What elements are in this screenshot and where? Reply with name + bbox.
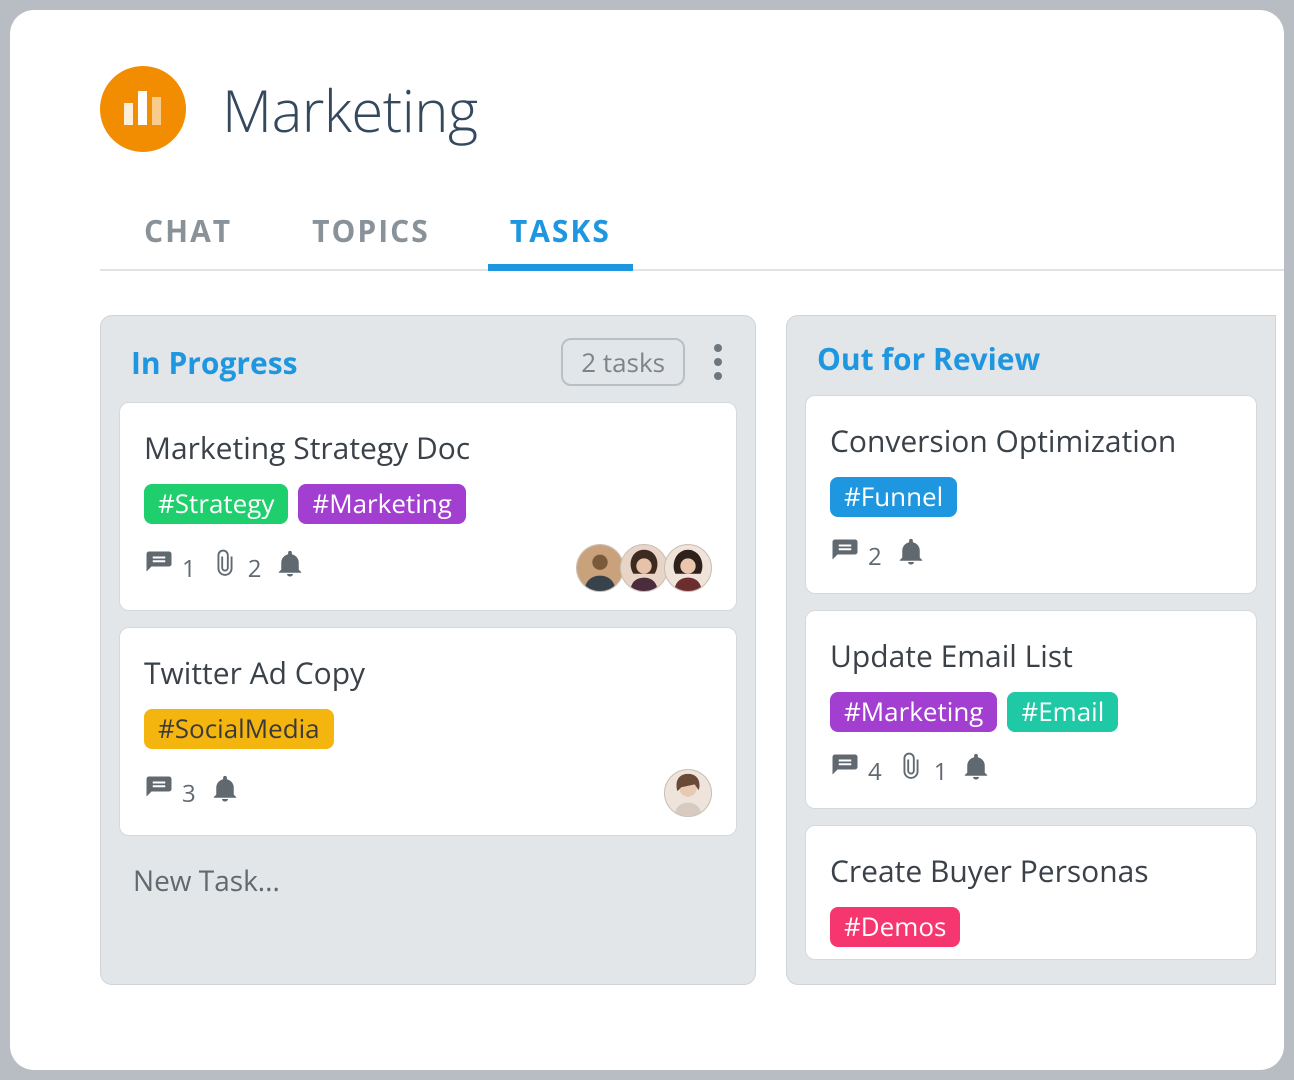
project-icon	[100, 66, 186, 152]
column-menu-button[interactable]	[705, 342, 731, 382]
task-meta-left: 4 1	[830, 752, 991, 790]
comments-value: 1	[182, 552, 196, 585]
bell-icon	[896, 537, 926, 575]
comment-icon	[144, 549, 174, 587]
task-card[interactable]: Twitter Ad Copy #SocialMedia 3	[119, 627, 737, 836]
notification-bell[interactable]	[896, 537, 926, 575]
task-tag[interactable]: #Strategy	[144, 484, 288, 524]
task-tags: #SocialMedia	[144, 709, 712, 749]
notification-bell[interactable]	[210, 774, 240, 812]
task-title: Conversion Optimization	[830, 420, 1232, 461]
comments-count[interactable]: 1	[144, 549, 196, 587]
comment-icon	[830, 752, 860, 790]
task-meta-row: 1 2	[144, 544, 712, 592]
bell-icon	[210, 774, 240, 812]
task-meta-left: 1 2	[144, 549, 305, 587]
task-tag[interactable]: #Funnel	[830, 477, 957, 517]
tab-bar: CHAT TOPICS TASKS	[100, 202, 1284, 271]
comments-value: 3	[182, 777, 196, 810]
kebab-dot-icon	[714, 344, 722, 352]
task-meta-row: 4 1	[830, 752, 1232, 790]
column-header: Out for Review	[805, 334, 1257, 395]
app-frame: Marketing CHAT TOPICS TASKS In Progress …	[10, 10, 1284, 1070]
task-meta-left: 2	[830, 537, 926, 575]
task-tags: #Marketing #Email	[830, 692, 1232, 732]
project-title: Marketing	[222, 70, 478, 149]
column-title: Out for Review	[817, 338, 1040, 379]
column-title: In Progress	[131, 342, 298, 383]
task-tags: #Funnel	[830, 477, 1232, 517]
comments-count[interactable]: 3	[144, 774, 196, 812]
attachments-count[interactable]: 1	[896, 752, 948, 790]
comment-icon	[830, 537, 860, 575]
task-meta-left: 3	[144, 774, 240, 812]
task-title: Create Buyer Personas	[830, 850, 1232, 891]
task-meta-row: 3	[144, 769, 712, 817]
avatar	[664, 769, 712, 817]
task-assignees[interactable]	[668, 769, 712, 817]
column-in-progress: In Progress 2 tasks Marketing Strategy D…	[100, 315, 756, 985]
task-title: Update Email List	[830, 635, 1232, 676]
task-tag[interactable]: #Email	[1007, 692, 1118, 732]
bell-icon	[275, 549, 305, 587]
attachments-count[interactable]: 2	[210, 549, 262, 587]
paperclip-icon	[896, 752, 926, 790]
tab-topics[interactable]: TOPICS	[308, 202, 434, 269]
project-header: Marketing	[100, 66, 1284, 152]
task-meta-row: 2	[830, 537, 1232, 575]
bar-chart-icon	[121, 85, 165, 134]
task-card[interactable]: Create Buyer Personas #Demos	[805, 825, 1257, 960]
attachments-value: 2	[248, 552, 262, 585]
notification-bell[interactable]	[275, 549, 305, 587]
task-tag[interactable]: #Demos	[830, 907, 960, 947]
comment-icon	[144, 774, 174, 812]
column-out-for-review: Out for Review Conversion Optimization #…	[786, 315, 1276, 985]
comments-value: 4	[868, 755, 882, 788]
task-tag[interactable]: #Marketing	[298, 484, 465, 524]
kebab-dot-icon	[714, 358, 722, 366]
notification-bell[interactable]	[961, 752, 991, 790]
task-title: Marketing Strategy Doc	[144, 427, 712, 468]
task-card[interactable]: Marketing Strategy Doc #Strategy #Market…	[119, 402, 737, 611]
task-assignees[interactable]	[580, 544, 712, 592]
paperclip-icon	[210, 549, 240, 587]
column-header-actions: 2 tasks	[561, 338, 731, 386]
task-count-badge: 2 tasks	[561, 338, 685, 386]
task-tag[interactable]: #Marketing	[830, 692, 997, 732]
comments-value: 2	[868, 540, 882, 573]
task-card[interactable]: Conversion Optimization #Funnel 2	[805, 395, 1257, 594]
attachments-value: 1	[934, 755, 948, 788]
new-task-input[interactable]: New Task...	[119, 852, 737, 920]
column-header: In Progress 2 tasks	[119, 334, 737, 402]
tab-tasks[interactable]: TASKS	[506, 202, 615, 269]
task-card[interactable]: Update Email List #Marketing #Email 4 1	[805, 610, 1257, 809]
comments-count[interactable]: 4	[830, 752, 882, 790]
bell-icon	[961, 752, 991, 790]
kanban-board: In Progress 2 tasks Marketing Strategy D…	[100, 315, 1284, 985]
task-tags: #Strategy #Marketing	[144, 484, 712, 524]
avatar	[664, 544, 712, 592]
avatar	[620, 544, 668, 592]
kebab-dot-icon	[714, 372, 722, 380]
task-tags: #Demos	[830, 907, 1232, 947]
avatar	[576, 544, 624, 592]
comments-count[interactable]: 2	[830, 537, 882, 575]
tab-chat[interactable]: CHAT	[140, 202, 236, 269]
task-title: Twitter Ad Copy	[144, 652, 712, 693]
task-tag[interactable]: #SocialMedia	[144, 709, 334, 749]
